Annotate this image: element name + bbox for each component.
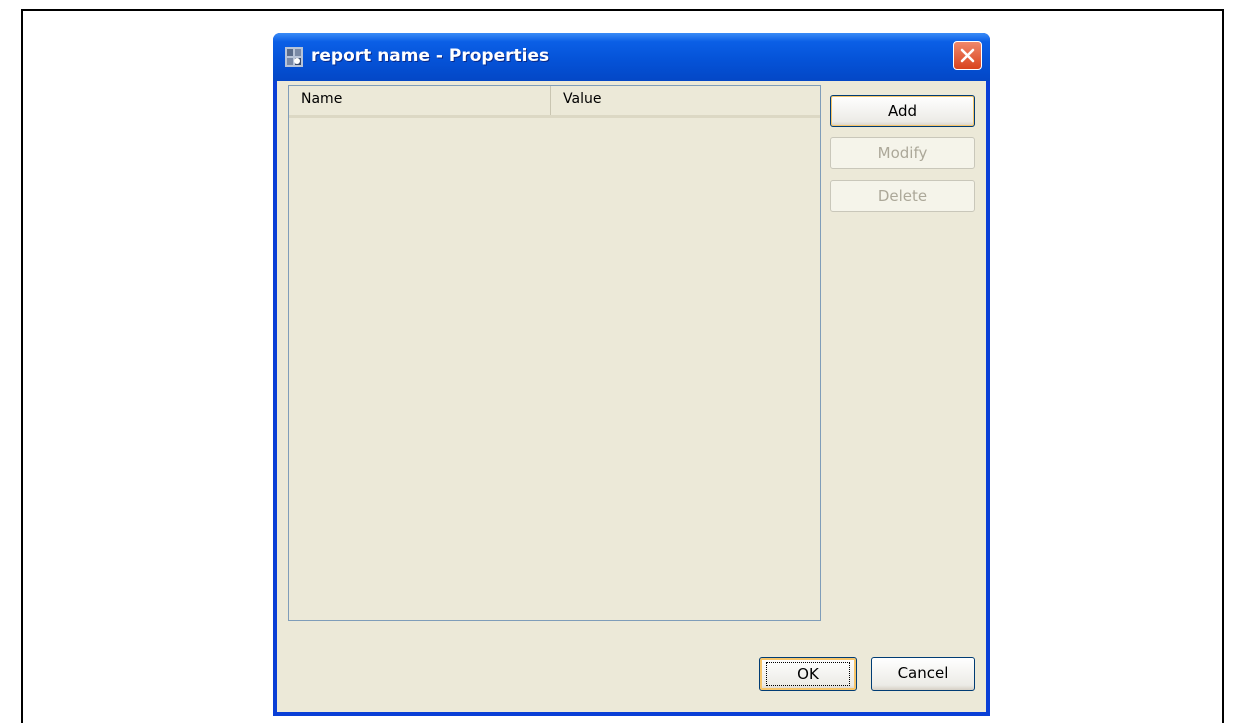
delete-button[interactable]: Delete [830,180,975,212]
column-header-name[interactable]: Name [289,86,551,115]
properties-dialog: report name - Properties Name Value Add … [273,33,990,716]
modify-button[interactable]: Modify [830,137,975,169]
add-button[interactable]: Add [830,95,975,127]
close-icon [960,48,975,63]
ok-button[interactable]: OK [759,657,857,691]
dialog-client-area: Name Value Add Modify Delete OK Cancel [277,81,986,712]
window-title: report name - Properties [311,46,550,66]
close-button[interactable] [953,41,982,70]
cancel-button[interactable]: Cancel [871,657,975,691]
column-header-value[interactable]: Value [551,86,813,115]
properties-app-icon [285,47,303,67]
table-header: Name Value [289,86,820,118]
ok-button-label: OK [766,662,850,686]
properties-table[interactable]: Name Value [288,85,821,621]
title-bar[interactable]: report name - Properties [273,33,990,81]
